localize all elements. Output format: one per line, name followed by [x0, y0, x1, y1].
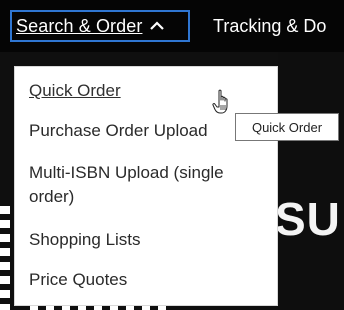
background-decoration — [0, 206, 10, 310]
tooltip-quick-order: Quick Order — [235, 113, 339, 141]
nav-search-order[interactable]: Search & Order — [10, 10, 190, 42]
menu-item-shopping-lists[interactable]: Shopping Lists — [29, 228, 141, 252]
background-hero-text: SU — [275, 193, 341, 245]
top-navigation-bar: Search & Order Tracking & Do — [0, 0, 344, 52]
menu-item-purchase-order-upload[interactable]: Purchase Order Upload — [29, 119, 208, 143]
background-hero-area — [278, 52, 344, 310]
nav-tracking[interactable]: Tracking & Do — [213, 16, 326, 37]
hand-pointer-icon — [212, 89, 228, 114]
search-order-dropdown-menu: Quick Order Purchase Order Upload Multi-… — [14, 66, 278, 306]
menu-item-price-quotes[interactable]: Price Quotes — [29, 268, 127, 292]
menu-item-quick-order[interactable]: Quick Order — [29, 79, 121, 103]
chevron-up-icon — [150, 21, 165, 30]
menu-item-multi-isbn-upload[interactable]: Multi-ISBN Upload (single order) — [29, 161, 259, 209]
nav-search-order-label: Search & Order — [16, 15, 143, 36]
